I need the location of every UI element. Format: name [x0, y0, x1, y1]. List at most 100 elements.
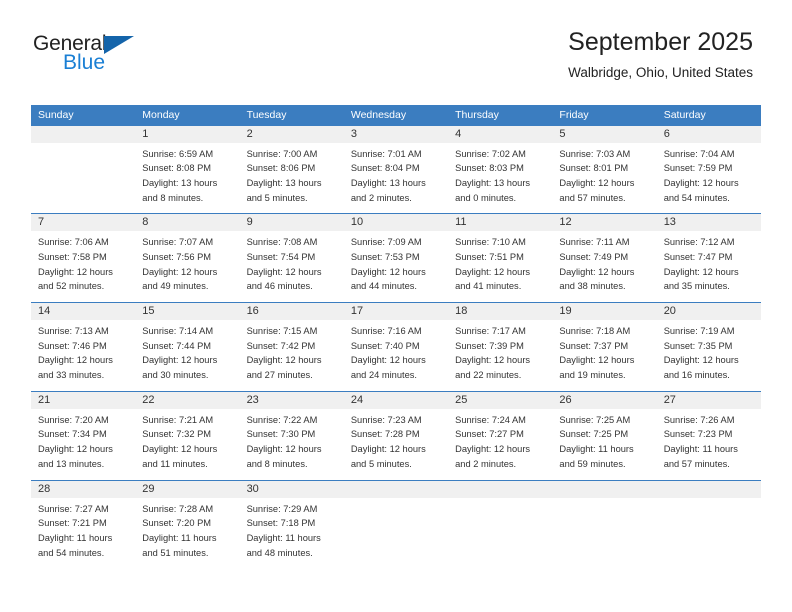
day-details: Sunrise: 7:23 AM Sunset: 7:28 PM Daylight:… — [344, 409, 448, 480]
calendar-day-cell[interactable]: 4 Sunrise: 7:02 AM Sunset: 8:03 PM Daylight… — [448, 125, 553, 214]
general-blue-logo[interactable]: General Blue — [33, 33, 143, 79]
calendar-day-cell[interactable]: 18 Sunrise: 7:17 AM Sunset: 7:39 PM Dayligh… — [448, 302, 553, 392]
daylight-duration-line1: Daylight: 12 hours — [246, 444, 322, 455]
calendar-day-cell[interactable]: 25 Sunrise: 7:24 AM Sunset: 7:27 PM Dayligh… — [448, 390, 553, 480]
day-number: 15 — [135, 303, 240, 320]
calendar-day-cell[interactable]: 13 Sunrise: 7:12 AM Sunset: 7:47 PM Dayligh… — [656, 213, 761, 303]
calendar-day-cell[interactable]: 27 Sunrise: 7:26 AM Sunset: 7:23 PM Dayligh… — [656, 390, 761, 480]
weekday-header-wednesday: Wednesday — [343, 105, 449, 126]
calendar-day-cell[interactable]: 14 Sunrise: 7:13 AM Sunset: 7:46 PM Dayligh… — [31, 302, 136, 392]
day-number: 20 — [656, 303, 761, 320]
sunset-time: Sunset: 8:03 PM — [455, 163, 524, 174]
calendar-cell-empty — [552, 479, 657, 569]
daylight-duration-line1: Daylight: 12 hours — [455, 266, 531, 277]
day-details — [552, 498, 656, 560]
sunset-time: Sunset: 7:49 PM — [559, 251, 629, 262]
day-number: 29 — [135, 480, 240, 498]
sunset-time: Sunset: 7:25 PM — [559, 429, 629, 440]
daylight-duration-line2: and 30 minutes. — [142, 370, 209, 381]
calendar-day-cell[interactable]: 8 Sunrise: 7:07 AM Sunset: 7:56 PM Daylight… — [135, 213, 240, 303]
sunset-time: Sunset: 7:54 PM — [246, 251, 316, 262]
sunrise-time: Sunrise: 7:08 AM — [246, 237, 318, 248]
calendar-day-cell[interactable]: 6 Sunrise: 7:04 AM Sunset: 7:59 PM Daylight… — [656, 125, 761, 214]
calendar-day-cell[interactable]: 26 Sunrise: 7:25 AM Sunset: 7:25 PM Dayligh… — [552, 390, 657, 480]
day-number: 5 — [552, 125, 657, 143]
calendar-day-cell[interactable]: 17 Sunrise: 7:16 AM Sunset: 7:40 PM Dayligh… — [343, 302, 449, 392]
daylight-duration-line1: Daylight: 11 hours — [142, 532, 217, 543]
sunrise-time: Sunrise: 7:01 AM — [350, 148, 422, 159]
calendar-day-cell[interactable]: 12 Sunrise: 7:11 AM Sunset: 7:49 PM Dayligh… — [552, 213, 657, 303]
day-details: Sunrise: 7:25 AM Sunset: 7:25 PM Daylight:… — [552, 409, 656, 480]
daylight-duration-line2: and 16 minutes. — [663, 370, 730, 381]
day-details: Sunrise: 7:24 AM Sunset: 7:27 PM Daylight:… — [448, 409, 552, 480]
day-details: Sunrise: 7:19 AM Sunset: 7:35 PM Daylight:… — [657, 320, 761, 391]
calendar-day-cell[interactable]: 29 Sunrise: 7:28 AM Sunset: 7:20 PM Dayligh… — [135, 479, 240, 569]
daylight-duration-line2: and 13 minutes. — [38, 458, 105, 469]
day-details: Sunrise: 7:16 AM Sunset: 7:40 PM Daylight:… — [344, 320, 448, 391]
day-details: Sunrise: 7:21 AM Sunset: 7:32 PM Daylight:… — [135, 409, 239, 480]
daylight-duration-line2: and 35 minutes. — [663, 281, 730, 292]
calendar-day-cell[interactable]: 28 Sunrise: 7:27 AM Sunset: 7:21 PM Dayligh… — [31, 479, 136, 569]
day-details: Sunrise: 6:59 AM Sunset: 8:08 PM Daylight:… — [135, 143, 239, 214]
calendar-day-cell[interactable]: 30 Sunrise: 7:29 AM Sunset: 7:18 PM Dayligh… — [239, 479, 344, 569]
daylight-duration-line1: Daylight: 12 hours — [38, 355, 113, 366]
calendar-day-cell[interactable]: 16 Sunrise: 7:15 AM Sunset: 7:42 PM Dayligh… — [239, 302, 344, 392]
calendar-cell-empty — [31, 125, 136, 214]
day-details: Sunrise: 7:14 AM Sunset: 7:44 PM Daylight:… — [135, 320, 239, 391]
calendar-day-cell[interactable]: 23 Sunrise: 7:22 AM Sunset: 7:30 PM Dayligh… — [239, 390, 344, 480]
logo-text-blue: Blue — [63, 51, 106, 74]
calendar-week-row: 21 Sunrise: 7:20 AM Sunset: 7:34 PM Dayligh… — [31, 390, 761, 480]
calendar-day-cell[interactable]: 21 Sunrise: 7:20 AM Sunset: 7:34 PM Dayligh… — [31, 390, 136, 480]
day-number: 25 — [448, 391, 553, 409]
daylight-duration-line1: Daylight: 13 hours — [455, 177, 531, 188]
daylight-duration-line1: Daylight: 12 hours — [455, 355, 531, 366]
sunrise-time: Sunrise: 7:25 AM — [559, 414, 631, 425]
calendar-day-cell[interactable]: 10 Sunrise: 7:09 AM Sunset: 7:53 PM Dayligh… — [343, 213, 449, 303]
sunset-time: Sunset: 7:30 PM — [246, 429, 316, 440]
calendar-day-cell[interactable]: 5 Sunrise: 7:03 AM Sunset: 8:01 PM Daylight… — [552, 125, 657, 214]
day-details: Sunrise: 7:17 AM Sunset: 7:39 PM Daylight:… — [448, 320, 552, 391]
calendar-day-cell[interactable]: 2 Sunrise: 7:00 AM Sunset: 8:06 PM Daylight… — [239, 125, 344, 214]
sunrise-time: Sunrise: 7:16 AM — [350, 326, 422, 336]
page-title: September 2025 — [568, 28, 753, 56]
day-details: Sunrise: 7:02 AM Sunset: 8:03 PM Daylight:… — [448, 143, 552, 214]
day-number: 16 — [239, 303, 344, 320]
daylight-duration-line1: Daylight: 12 hours — [559, 355, 635, 366]
weekday-header-sunday: Sunday — [31, 105, 136, 126]
daylight-duration-line1: Daylight: 12 hours — [38, 444, 113, 455]
sunset-time: Sunset: 7:32 PM — [142, 429, 212, 440]
day-details — [448, 498, 552, 560]
calendar-day-cell[interactable]: 20 Sunrise: 7:19 AM Sunset: 7:35 PM Dayligh… — [656, 302, 761, 392]
sunrise-time: Sunrise: 7:22 AM — [246, 414, 318, 425]
day-details — [344, 498, 448, 560]
day-number: 26 — [552, 391, 657, 409]
calendar-cell-empty — [343, 479, 449, 569]
calendar-day-cell[interactable]: 3 Sunrise: 7:01 AM Sunset: 8:04 PM Daylight… — [343, 125, 449, 214]
weekday-header-tuesday: Tuesday — [239, 105, 344, 126]
calendar-day-cell[interactable]: 19 Sunrise: 7:18 AM Sunset: 7:37 PM Dayligh… — [552, 302, 657, 392]
day-number: 7 — [31, 214, 136, 232]
calendar-day-cell[interactable]: 22 Sunrise: 7:21 AM Sunset: 7:32 PM Dayligh… — [135, 390, 240, 480]
calendar-day-cell[interactable]: 15 Sunrise: 7:14 AM Sunset: 7:44 PM Dayligh… — [135, 302, 240, 392]
calendar-day-cell[interactable]: 7 Sunrise: 7:06 AM Sunset: 7:58 PM Daylight… — [31, 213, 136, 303]
daylight-duration-line1: Daylight: 12 hours — [246, 266, 322, 277]
day-details — [31, 143, 135, 205]
day-details: Sunrise: 7:12 AM Sunset: 7:47 PM Daylight:… — [657, 231, 761, 302]
daylight-duration-line2: and 52 minutes. — [38, 281, 105, 292]
calendar-day-cell[interactable]: 9 Sunrise: 7:08 AM Sunset: 7:54 PM Daylight… — [239, 213, 344, 303]
daylight-duration-line1: Daylight: 12 hours — [663, 355, 739, 366]
sunrise-time: Sunrise: 7:27 AM — [38, 503, 109, 514]
day-details: Sunrise: 7:10 AM Sunset: 7:51 PM Daylight:… — [448, 231, 552, 302]
sunset-time: Sunset: 7:23 PM — [663, 429, 733, 440]
daylight-duration-line2: and 46 minutes. — [246, 281, 313, 292]
daylight-duration-line1: Daylight: 12 hours — [246, 355, 322, 366]
day-number: 3 — [343, 125, 449, 143]
daylight-duration-line1: Daylight: 12 hours — [455, 444, 531, 455]
daylight-duration-line2: and 59 minutes. — [559, 458, 626, 469]
daylight-duration-line1: Daylight: 13 hours — [350, 177, 426, 188]
daylight-duration-line1: Daylight: 12 hours — [38, 266, 113, 277]
calendar-day-cell[interactable]: 1 Sunrise: 6:59 AM Sunset: 8:08 PM Daylight… — [135, 125, 240, 214]
calendar-day-cell[interactable]: 11 Sunrise: 7:10 AM Sunset: 7:51 PM Dayligh… — [448, 213, 553, 303]
calendar-day-cell[interactable]: 24 Sunrise: 7:23 AM Sunset: 7:28 PM Dayligh… — [343, 390, 449, 480]
sunrise-time: Sunrise: 7:26 AM — [663, 414, 735, 425]
